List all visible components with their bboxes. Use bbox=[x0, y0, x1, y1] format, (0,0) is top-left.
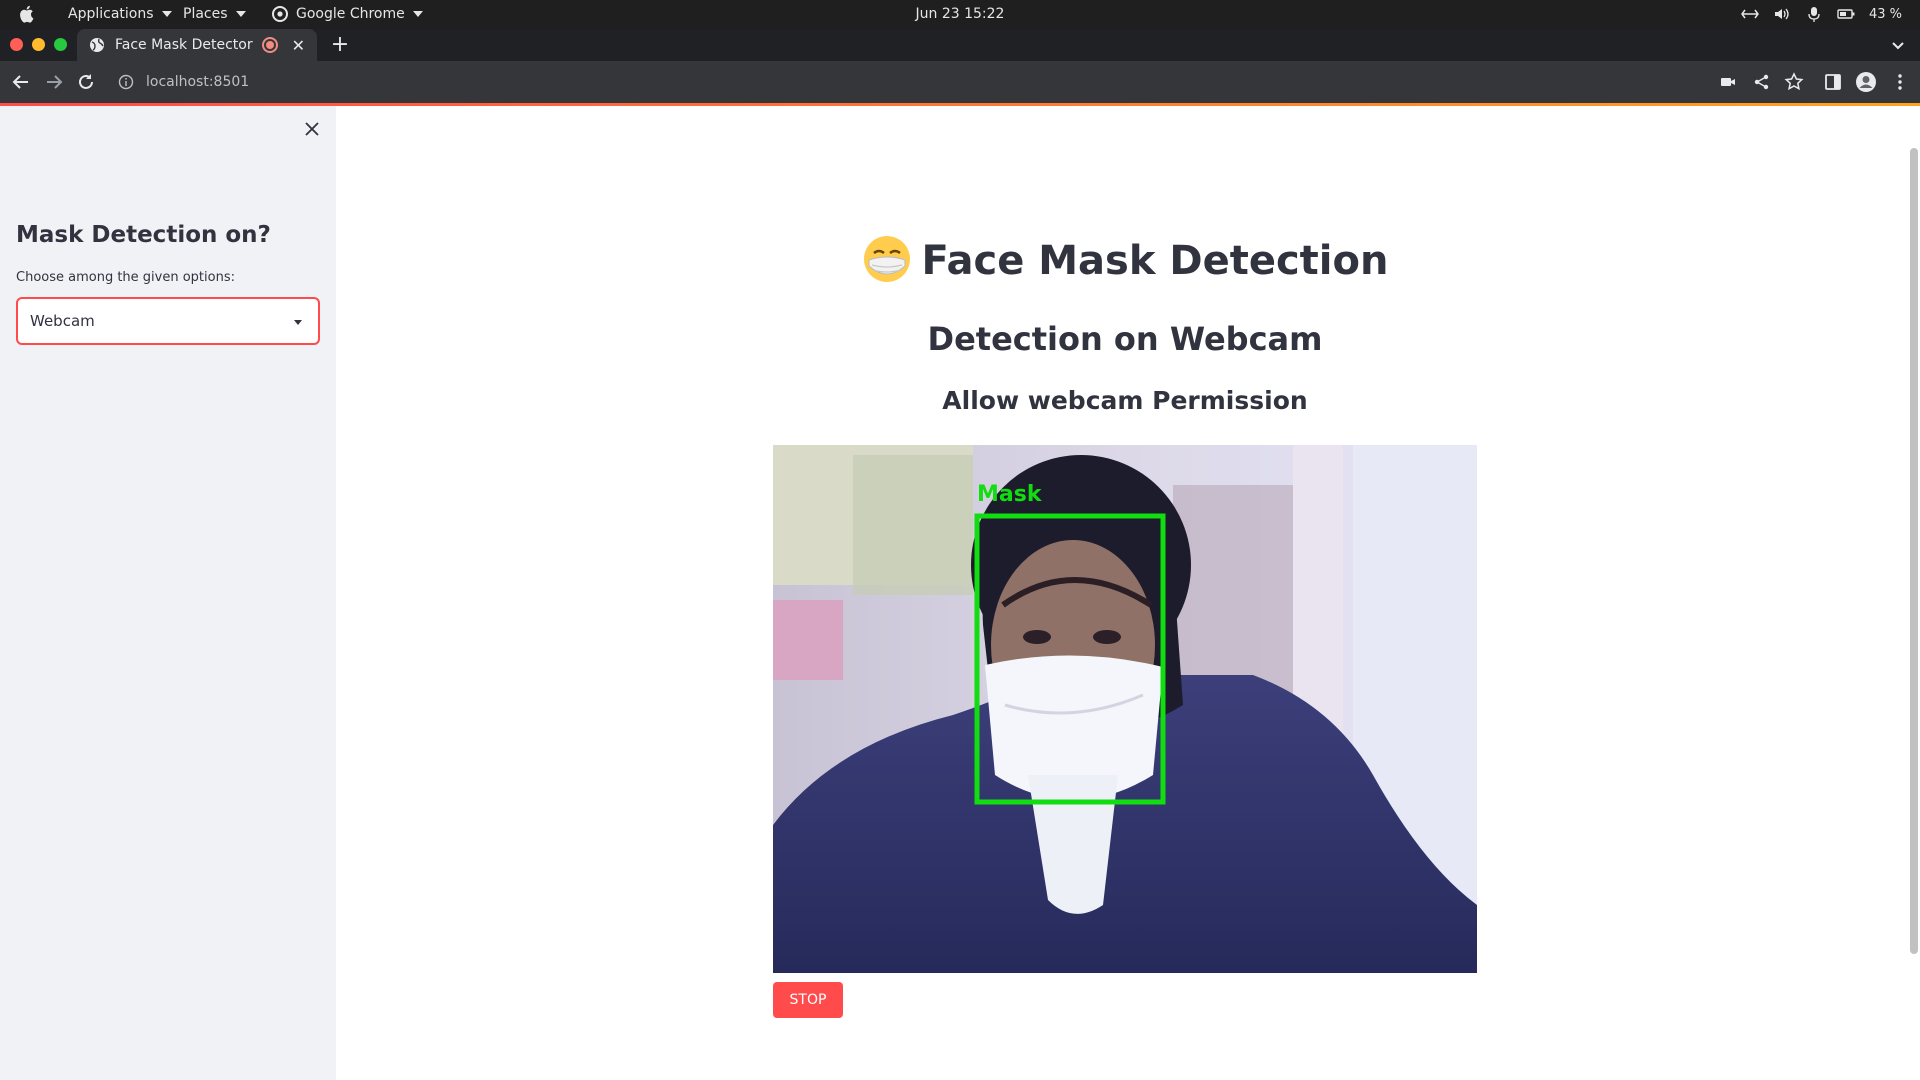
profile-avatar-icon[interactable] bbox=[1855, 71, 1877, 93]
page-subtitle: Detection on Webcam bbox=[927, 320, 1323, 358]
camera-in-use-icon[interactable] bbox=[1718, 72, 1738, 92]
tab-face-mask-detector[interactable]: Face Mask Detector ✕ bbox=[77, 29, 317, 61]
page-title: Face Mask Detection bbox=[921, 238, 1389, 284]
tab-title: Face Mask Detector bbox=[115, 37, 253, 53]
tab-close-icon[interactable]: ✕ bbox=[292, 36, 305, 55]
chevron-down-icon bbox=[412, 11, 423, 17]
apple-icon[interactable] bbox=[18, 4, 36, 24]
battery-icon bbox=[1837, 5, 1855, 23]
detection-label: Mask bbox=[977, 482, 1043, 507]
window-close-button[interactable] bbox=[10, 38, 23, 51]
places-menu-label: Places bbox=[183, 6, 228, 22]
site-info-icon[interactable] bbox=[118, 74, 134, 90]
browser-toolbar: localhost:8501 bbox=[0, 61, 1920, 103]
select-label: Choose among the given options: bbox=[16, 270, 235, 285]
app-menu[interactable]: Google Chrome bbox=[272, 6, 423, 22]
microphone-icon bbox=[1805, 5, 1823, 23]
system-tray[interactable]: 43 % bbox=[1741, 5, 1902, 23]
mask-face-emoji-icon bbox=[863, 236, 910, 282]
url-text: localhost:8501 bbox=[146, 74, 250, 90]
webcam-feed: Mask bbox=[773, 445, 1477, 973]
chevron-down-icon bbox=[161, 11, 172, 17]
tab-search-chevron-icon[interactable] bbox=[1890, 37, 1906, 53]
stop-button[interactable]: STOP bbox=[773, 982, 843, 1018]
applications-menu-label: Applications bbox=[68, 6, 154, 22]
dropdown-arrow-icon bbox=[294, 320, 302, 325]
reload-icon[interactable] bbox=[75, 71, 97, 93]
bookmark-star-icon[interactable] bbox=[1784, 72, 1804, 92]
permission-instruction: Allow webcam Permission bbox=[942, 386, 1308, 415]
os-top-bar: Applications Places Google Chrome Jun 23… bbox=[0, 0, 1920, 29]
applications-menu[interactable]: Applications bbox=[68, 6, 172, 22]
page-scrollbar[interactable] bbox=[1910, 148, 1918, 954]
window-minimize-button[interactable] bbox=[32, 38, 45, 51]
back-arrow-icon[interactable] bbox=[10, 71, 32, 93]
chevron-down-icon bbox=[235, 11, 246, 17]
battery-percent: 43 % bbox=[1868, 6, 1902, 22]
side-panel-icon[interactable] bbox=[1823, 72, 1843, 92]
window-maximize-button[interactable] bbox=[54, 38, 67, 51]
selected-option: Webcam bbox=[30, 312, 95, 330]
sidebar: Mask Detection on? Choose among the give… bbox=[0, 106, 336, 1080]
recording-indicator-icon bbox=[263, 39, 276, 51]
forward-arrow-icon[interactable] bbox=[43, 71, 65, 93]
tab-strip: Face Mask Detector ✕ + bbox=[0, 29, 1920, 61]
webcam-frame-image: Mask bbox=[773, 445, 1477, 973]
globe-icon bbox=[90, 38, 104, 52]
address-bar[interactable]: localhost:8501 bbox=[110, 67, 1710, 97]
volume-icon bbox=[1773, 5, 1791, 23]
main-content: Face Mask Detection Detection on Webcam … bbox=[336, 106, 1920, 1080]
new-tab-button[interactable]: + bbox=[328, 33, 352, 57]
page-title-row: Face Mask Detection bbox=[336, 234, 1914, 284]
close-sidebar-icon[interactable] bbox=[303, 120, 321, 138]
detection-source-select[interactable]: Webcam bbox=[16, 297, 320, 345]
sidebar-heading: Mask Detection on? bbox=[16, 222, 271, 248]
places-menu[interactable]: Places bbox=[183, 6, 246, 22]
more-options-icon[interactable] bbox=[1890, 72, 1910, 92]
chrome-icon bbox=[272, 6, 288, 22]
network-icon bbox=[1741, 5, 1759, 23]
app-menu-label: Google Chrome bbox=[296, 6, 405, 22]
share-icon[interactable] bbox=[1752, 72, 1772, 92]
